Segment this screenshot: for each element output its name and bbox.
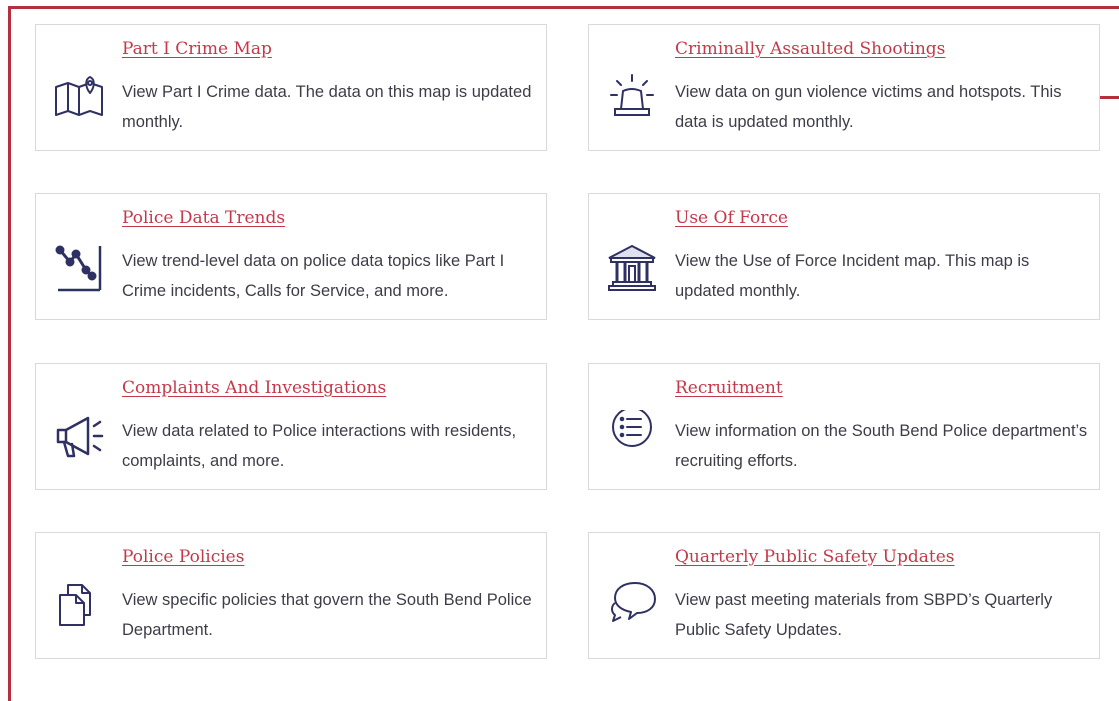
card-police-policies: Police Policies View specific policies t… xyxy=(35,532,547,659)
card-title-link[interactable]: Complaints And Investigations xyxy=(122,378,386,398)
frame-border-top xyxy=(8,6,1119,9)
card-police-data-trends: Police Data Trends View trend-level data… xyxy=(35,193,547,320)
chat-bubble-icon xyxy=(605,579,659,633)
card-recruitment: Recruitment View information on the Sout… xyxy=(588,363,1100,490)
card-description: View information on the South Bend Polic… xyxy=(675,422,1088,470)
map-pin-icon xyxy=(52,71,106,125)
card-title-link[interactable]: Criminally Assaulted Shootings xyxy=(675,39,945,59)
courthouse-icon xyxy=(605,240,659,294)
card-title-link[interactable]: Quarterly Public Safety Updates xyxy=(675,547,955,567)
card-description: View the Use of Force Incident map. This… xyxy=(675,252,1030,300)
card-complaints-and-investigations: Complaints And Investigations View data … xyxy=(35,363,547,490)
card-description: View specific policies that govern the S… xyxy=(122,591,532,639)
card-use-of-force: Use Of Force View the Use of Force Incid… xyxy=(588,193,1100,320)
card-description: View trend-level data on police data top… xyxy=(122,252,505,300)
documents-icon xyxy=(52,579,106,633)
card-description: View data related to Police interactions… xyxy=(122,422,517,470)
card-criminally-assaulted-shootings: Criminally Assaulted Shootings View data… xyxy=(588,24,1100,151)
card-title-link[interactable]: Use Of Force xyxy=(675,208,788,228)
card-description: View data on gun violence victims and ho… xyxy=(675,83,1062,131)
card-part-i-crime-map: Part I Crime Map View Part I Crime data.… xyxy=(35,24,547,151)
card-title-link[interactable]: Part I Crime Map xyxy=(122,39,272,59)
frame-border-left xyxy=(8,6,11,701)
megaphone-icon xyxy=(52,410,106,464)
siren-icon xyxy=(605,71,659,125)
line-chart-icon xyxy=(52,240,106,294)
card-title-link[interactable]: Police Data Trends xyxy=(122,208,285,228)
card-description: View Part I Crime data. The data on this… xyxy=(122,83,532,131)
card-title-link[interactable]: Police Policies xyxy=(122,547,244,567)
list-circle-icon xyxy=(605,410,659,464)
card-quarterly-public-safety-updates: Quarterly Public Safety Updates View pas… xyxy=(588,532,1100,659)
card-description: View past meeting materials from SBPD’s … xyxy=(675,591,1053,639)
card-title-link[interactable]: Recruitment xyxy=(675,378,783,398)
